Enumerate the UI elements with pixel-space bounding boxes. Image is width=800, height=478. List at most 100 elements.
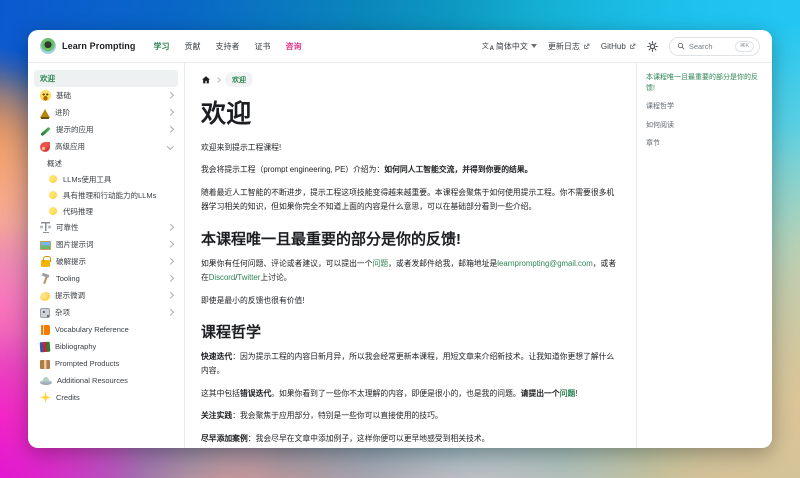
- sidebar-item-basics[interactable]: 基础: [34, 87, 178, 104]
- chevron-right-icon: [166, 126, 173, 133]
- table-of-contents: 本课程唯一且最重要的部分是你的反馈! 课程哲学 如何阅读 章节: [636, 63, 772, 448]
- navbar-right: 简体中文 更新日志 GitHub ⌘K: [482, 36, 760, 56]
- app-window: Learn Prompting 学习 贡献 支持者 证书 咨询 简体中文 更新日…: [28, 30, 772, 448]
- github-link[interactable]: GitHub: [601, 42, 636, 51]
- section-heading-philosophy: 课程哲学: [201, 323, 262, 341]
- page-title: 欢迎: [201, 100, 252, 128]
- philosophy-practice-paragraph: 关注实践：我会聚焦于应用部分，特别是一些你可以直接使用的技巧。: [201, 411, 443, 421]
- sidebar-item-llms-using-tools[interactable]: LLMs使用工具: [34, 171, 178, 187]
- yellow-circle-icon: [48, 191, 57, 199]
- pe-definition-paragraph: 我会将提示工程（prompt engineering, PE）介绍为：如何同人工…: [201, 165, 533, 175]
- package-icon: [40, 359, 50, 369]
- issue-link[interactable]: 问题: [560, 389, 576, 398]
- sidebar-item-intermediate[interactable]: 进阶: [34, 104, 178, 121]
- toc-item-chapters[interactable]: 章节: [646, 139, 763, 150]
- chevron-right-icon: [166, 92, 173, 99]
- mage-icon: [40, 108, 50, 119]
- discord-link[interactable]: Discord: [209, 273, 235, 282]
- sidebar-item-advanced-applications[interactable]: 高级应用: [34, 138, 178, 155]
- die-icon: [40, 307, 50, 318]
- changelog-link[interactable]: 更新日志: [548, 41, 590, 52]
- brand-title: Learn Prompting: [62, 41, 136, 51]
- smiley-icon: [40, 90, 51, 101]
- nav-item-certificate[interactable]: 证书: [255, 41, 271, 52]
- chevron-right-icon: [166, 258, 173, 265]
- sidebar-item-reliability[interactable]: 可靠性: [34, 219, 178, 236]
- nav-item-supporters[interactable]: 支持者: [216, 41, 240, 52]
- locale-dropdown[interactable]: 简体中文: [482, 41, 537, 52]
- philosophy-iterate-paragraph: 快速迭代：因为提示工程的内容日新月异，所以我会经常更新本课程，用短文章来介绍新技…: [201, 351, 615, 376]
- sidebar-item-llms-reason-act[interactable]: 具有推理和行动能力的LLMs: [34, 187, 178, 203]
- sidebar-item-additional-resources[interactable]: Additional Resources: [34, 372, 178, 389]
- sidebar-item-code-reasoning[interactable]: 代码推理: [34, 203, 178, 219]
- breadcrumb-current[interactable]: 欢迎: [225, 72, 253, 87]
- yellow-circle-icon: [48, 207, 57, 215]
- sidebar-item-credits[interactable]: Credits: [34, 389, 178, 406]
- chevron-right-icon: [166, 275, 173, 282]
- course-focus-paragraph: 随着最近人工智能的不断进步，提示工程这项技能变得越来越重要。本课程会聚焦于如何使…: [201, 187, 615, 212]
- pe-definition-bold: 如何同人工智能交流，并得到你要的结果。: [384, 165, 533, 175]
- external-link-icon: [629, 43, 636, 49]
- toc-item-philosophy[interactable]: 课程哲学: [646, 102, 763, 113]
- toc-item-how-to-read[interactable]: 如何阅读: [646, 121, 763, 132]
- sun-icon: [646, 40, 658, 52]
- github-label: GitHub: [600, 41, 626, 51]
- email-link[interactable]: learnprompting@gmail.com: [497, 259, 592, 268]
- brand-link[interactable]: Learn Prompting: [40, 38, 136, 54]
- sidebar-item-vocabulary-reference[interactable]: Vocabulary Reference: [34, 321, 178, 338]
- translate-icon: [482, 41, 494, 52]
- flying-saucer-icon: [40, 377, 52, 385]
- orange-book-icon: [41, 324, 50, 335]
- search-shortcut-badge: ⌘K: [734, 40, 754, 52]
- sidebar-item-prompt-hacking[interactable]: 破解提示: [34, 253, 178, 270]
- navbar: Learn Prompting 学习 贡献 支持者 证书 咨询 简体中文 更新日…: [28, 30, 772, 63]
- sidebar-item-applied-prompting[interactable]: 提示的应用: [34, 121, 178, 138]
- toc-item-feedback[interactable]: 本课程唯一且最重要的部分是你的反馈!: [646, 73, 763, 94]
- nav-item-consulting[interactable]: 咨询: [286, 41, 302, 52]
- sidebar-item-miscellaneous[interactable]: 杂项: [34, 304, 178, 321]
- chevron-right-icon: [166, 292, 173, 299]
- theme-toggle-button[interactable]: [646, 40, 658, 52]
- twitter-link[interactable]: Twitter: [237, 273, 260, 282]
- yellow-circle-icon: [48, 175, 57, 183]
- search-input[interactable]: [688, 41, 731, 51]
- lock-icon: [41, 256, 51, 267]
- rocket-icon: [40, 141, 50, 152]
- home-icon[interactable]: [201, 75, 211, 85]
- chevron-right-icon: [166, 109, 173, 116]
- search-box[interactable]: ⌘K: [668, 36, 760, 56]
- welcome-intro-paragraph: 欢迎来到提示工程课程!: [201, 143, 282, 152]
- page-layout: 欢迎 基础 进阶 提示的应用 高级应用 概述 LLMs使用工具 具有推理和行动能…: [28, 63, 772, 448]
- sidebar-item-prompt-tuning[interactable]: 提示微调: [34, 287, 178, 304]
- issue-link[interactable]: 问题: [373, 259, 389, 268]
- pen-icon: [40, 126, 51, 137]
- flex-arm-icon: [40, 291, 50, 301]
- scale-icon: [40, 222, 51, 233]
- main-content: 欢迎 欢迎 欢迎来到提示工程课程! 我会将提示工程（prompt enginee…: [185, 63, 636, 448]
- nav-item-contribute[interactable]: 贡献: [185, 41, 201, 52]
- books-icon: [39, 341, 51, 352]
- chevron-down-icon: [530, 44, 537, 48]
- sidebar-item-welcome[interactable]: 欢迎: [34, 70, 178, 87]
- feedback-value-paragraph: 即使是最小的反馈也很有价值!: [201, 295, 305, 305]
- sidebar-item-image-prompting[interactable]: 图片提示词: [34, 236, 178, 253]
- philosophy-examples-paragraph: 尽早添加案例：我会尽早在文章中添加例子，这样你便可以更早地感受到相关技术。: [201, 433, 490, 443]
- section-heading-feedback: 本课程唯一且最重要的部分是你的反馈!: [201, 230, 461, 248]
- sparkles-icon: [40, 392, 51, 403]
- sidebar-item-bibliography[interactable]: Bibliography: [34, 338, 178, 355]
- breadcrumb: 欢迎: [201, 72, 620, 87]
- sidebar-item-tooling[interactable]: Tooling: [34, 270, 178, 287]
- hammer-icon: [38, 271, 53, 286]
- sidebar: 欢迎 基础 进阶 提示的应用 高级应用 概述 LLMs使用工具 具有推理和行动能…: [28, 63, 185, 448]
- locale-label: 简体中文: [495, 41, 528, 51]
- chevron-right-icon: [166, 241, 173, 248]
- sidebar-item-prompted-products[interactable]: Prompted Products: [34, 355, 178, 372]
- picture-icon: [40, 240, 51, 250]
- search-icon: [677, 42, 685, 50]
- changelog-label: 更新日志: [547, 41, 580, 51]
- nav-item-learn[interactable]: 学习: [154, 41, 170, 52]
- philosophy-error-paragraph: 这其中包括错误迭代。如果你看到了一些你不太理解的内容，即便是很小的，也是我的问题…: [201, 388, 578, 398]
- sidebar-item-overview[interactable]: 概述: [34, 155, 178, 171]
- nav-menu: 学习 贡献 支持者 证书 咨询: [154, 41, 302, 52]
- chevron-down-icon: [166, 143, 173, 150]
